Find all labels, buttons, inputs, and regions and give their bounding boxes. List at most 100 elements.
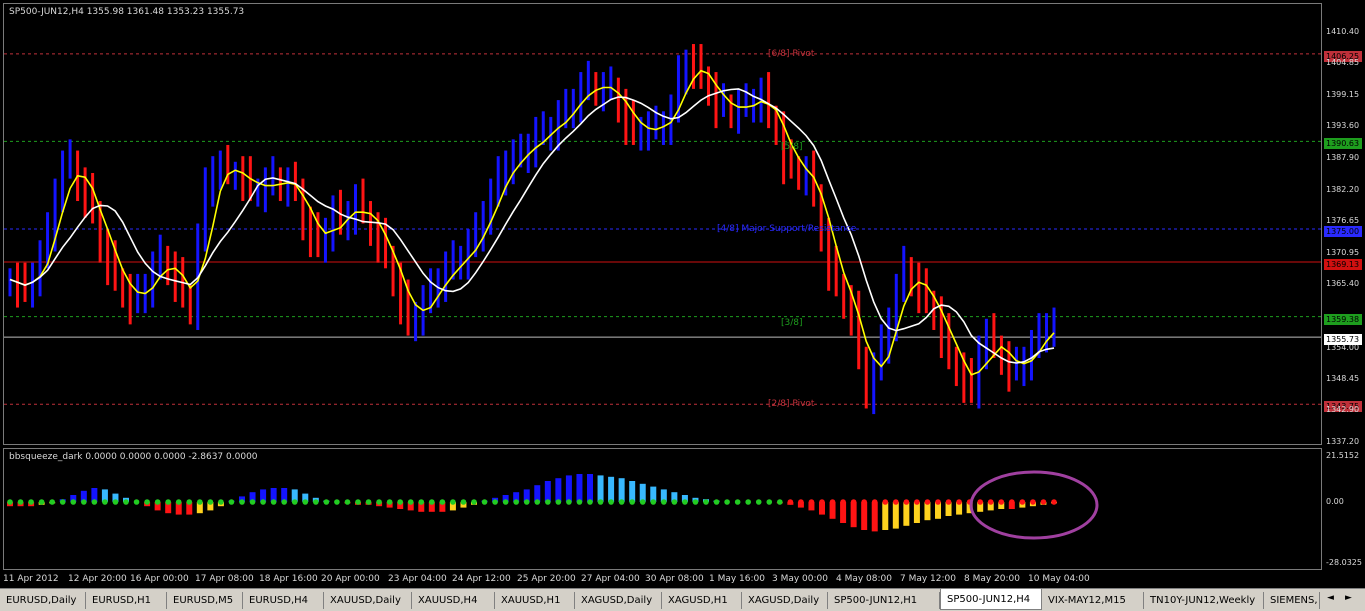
tab-scroll-right-icon[interactable]: ► bbox=[1345, 593, 1352, 603]
current-price-tag: 1355.73 bbox=[1324, 334, 1362, 346]
chart-tab[interactable]: XAGUSD,Daily bbox=[575, 592, 662, 609]
squeeze-dot bbox=[112, 499, 119, 505]
squeeze-dot bbox=[924, 499, 931, 505]
time-tick-label: 16 Apr 00:00 bbox=[130, 574, 189, 584]
squeeze-dot bbox=[840, 499, 846, 505]
squeeze-dot bbox=[397, 499, 403, 505]
chart-tab[interactable]: SIEMENS, bbox=[1264, 592, 1320, 609]
squeeze-dot bbox=[682, 499, 688, 505]
squeeze-dot bbox=[692, 499, 699, 505]
squeeze-dot bbox=[175, 499, 182, 505]
chart-tab[interactable]: SP500-JUN12,H1 bbox=[828, 592, 940, 609]
price-chart-pane[interactable]: SP500-JUN12,H4 1355.98 1361.48 1353.23 1… bbox=[3, 3, 1322, 445]
squeeze-dot bbox=[597, 499, 604, 505]
level-price-tag: 1390.63 bbox=[1324, 138, 1362, 150]
time-tick-label: 12 Apr 20:00 bbox=[68, 574, 127, 584]
chart-tab[interactable]: EURUSD,H1 bbox=[86, 592, 167, 609]
squeeze-dot bbox=[935, 499, 941, 505]
chart-tab[interactable]: VIX-MAY12,M15 bbox=[1042, 592, 1144, 609]
squeeze-dot bbox=[28, 499, 34, 505]
squeeze-dot bbox=[987, 499, 994, 505]
squeeze-dot bbox=[977, 499, 983, 505]
price-tick-label: 1399.15 bbox=[1326, 89, 1360, 99]
squeeze-dot bbox=[555, 499, 562, 505]
time-tick-label: 4 May 08:00 bbox=[836, 574, 892, 584]
squeeze-dot bbox=[829, 499, 836, 505]
squeeze-dot bbox=[207, 499, 214, 505]
squeeze-dot bbox=[49, 499, 55, 505]
price-tick-label: 1376.65 bbox=[1326, 215, 1360, 225]
squeeze-dot bbox=[850, 499, 857, 505]
chart-tab[interactable]: SP500-JUN12,H4 bbox=[940, 589, 1042, 610]
squeeze-dot bbox=[355, 499, 361, 505]
squeeze-dot bbox=[534, 499, 541, 505]
squeeze-dot bbox=[481, 499, 488, 505]
squeeze-dot bbox=[703, 499, 709, 505]
squeeze-dot bbox=[713, 499, 720, 505]
chart-tab[interactable]: XAGUSD,H1 bbox=[662, 592, 742, 609]
chart-tab[interactable]: XAUUSD,Daily bbox=[324, 592, 412, 609]
squeeze-dot bbox=[154, 499, 161, 505]
chart-tab[interactable]: EURUSD,M5 bbox=[167, 592, 243, 609]
squeeze-dot bbox=[144, 499, 150, 505]
squeeze-dot bbox=[893, 499, 899, 505]
price-tick-label: 1348.45 bbox=[1326, 373, 1360, 383]
price-tick-label: 1387.90 bbox=[1326, 152, 1360, 162]
level-label: [2/8] Pivot bbox=[768, 399, 815, 410]
squeeze-dot bbox=[945, 499, 952, 505]
indicator-pane[interactable]: bbsqueeze_dark 0.0000 0.0000 0.0000 -2.8… bbox=[3, 448, 1322, 570]
squeeze-dot bbox=[956, 499, 962, 505]
time-tick-label: 1 May 16:00 bbox=[709, 574, 765, 584]
price-chart-svg bbox=[4, 44, 1321, 415]
price-axis: 1406.25 1390.63 1375.00 1369.13 1359.38 1343.… bbox=[1322, 3, 1365, 573]
squeeze-dot bbox=[260, 499, 266, 505]
squeeze-dot bbox=[91, 499, 98, 505]
squeeze-dot bbox=[460, 499, 467, 505]
squeeze-dot bbox=[165, 499, 171, 505]
price-tick-label: 1404.85 bbox=[1326, 57, 1360, 67]
squeeze-dot bbox=[576, 499, 583, 505]
squeeze-dot bbox=[745, 499, 751, 505]
squeeze-dot bbox=[123, 499, 129, 505]
chart-tab[interactable]: EURUSD,H4 bbox=[243, 592, 324, 609]
squeeze-dot bbox=[671, 499, 678, 505]
chart-tab[interactable]: XAUUSD,H4 bbox=[412, 592, 495, 609]
squeeze-dot bbox=[734, 499, 741, 505]
squeeze-dot bbox=[218, 499, 224, 505]
squeeze-dot bbox=[998, 499, 1005, 505]
squeeze-dot bbox=[365, 499, 372, 505]
time-axis: 11 Apr 2012 12 Apr 20:00 16 Apr 00:00 17 Ap… bbox=[0, 572, 1322, 586]
level-label: [4/8] Major Support/Resistance bbox=[717, 224, 857, 235]
time-tick-label: 3 May 00:00 bbox=[772, 574, 828, 584]
squeeze-dot bbox=[882, 499, 889, 505]
squeeze-dot bbox=[197, 499, 203, 505]
squeeze-dot bbox=[450, 499, 456, 505]
chart-tab[interactable]: TN10Y-JUN12,Weekly bbox=[1144, 592, 1264, 609]
squeeze-dot bbox=[914, 499, 920, 505]
squeeze-dot bbox=[777, 499, 783, 505]
time-tick-label: 30 Apr 08:00 bbox=[645, 574, 704, 584]
squeeze-dot bbox=[755, 499, 762, 505]
tab-scroll-left-icon[interactable]: ◄ bbox=[1327, 593, 1334, 603]
squeeze-dot bbox=[871, 499, 878, 505]
chart-tab[interactable]: XAGUSD,Daily bbox=[742, 592, 828, 609]
squeeze-dot bbox=[281, 499, 287, 505]
chart-tab[interactable]: XAUUSD,H1 bbox=[495, 592, 575, 609]
squeeze-dot bbox=[249, 499, 256, 505]
squeeze-dot bbox=[766, 499, 773, 505]
time-tick-label: 11 Apr 2012 bbox=[3, 574, 59, 584]
squeeze-dot bbox=[545, 499, 551, 505]
level-price-tag: 1369.13 bbox=[1324, 258, 1362, 270]
time-tick-label: 27 Apr 04:00 bbox=[581, 574, 640, 584]
squeeze-dot bbox=[102, 499, 108, 505]
squeeze-dot bbox=[724, 499, 730, 505]
squeeze-dot bbox=[429, 499, 435, 505]
price-tick-label: 1393.60 bbox=[1326, 120, 1360, 130]
squeeze-dot bbox=[291, 499, 298, 505]
time-tick-label: 20 Apr 00:00 bbox=[321, 574, 380, 584]
squeeze-dot bbox=[7, 499, 13, 505]
squeeze-dot bbox=[323, 499, 330, 505]
chart-tab[interactable]: EURUSD,Daily bbox=[0, 592, 86, 609]
squeeze-dot bbox=[787, 499, 794, 505]
squeeze-dot bbox=[418, 499, 425, 505]
